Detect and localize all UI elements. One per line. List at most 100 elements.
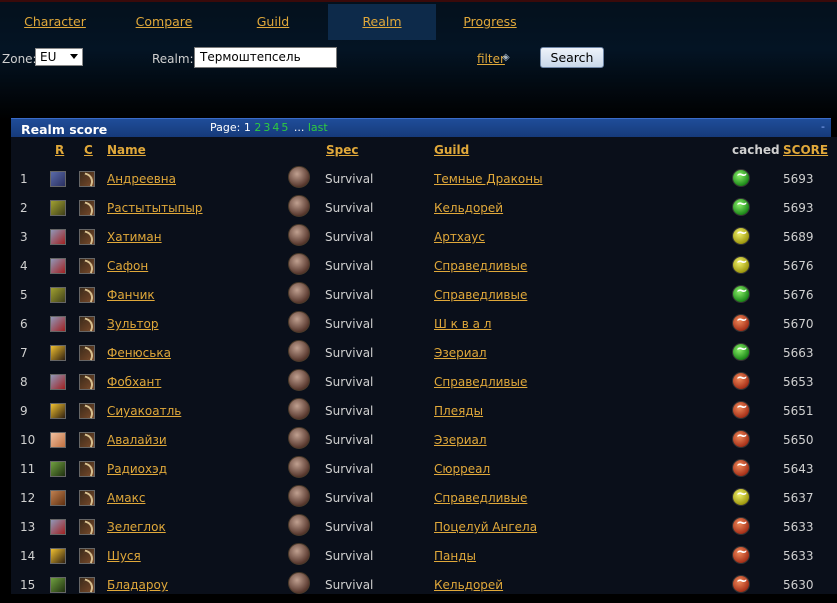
zone-select[interactable]: EU xyxy=(35,48,83,66)
character-name-link[interactable]: Хатиман xyxy=(107,226,162,248)
spec-cell: Survival xyxy=(325,520,374,534)
hunter-class-icon xyxy=(79,577,95,593)
table-row: 15 Бладароу Survival Кельдорей 5630 xyxy=(0,572,837,603)
guild-link[interactable]: Ш к в а л xyxy=(434,313,491,335)
character-name-link[interactable]: Бладароу xyxy=(107,574,168,596)
realm-score-header: Realm score Page: 1 2345 ... last - xyxy=(11,118,831,137)
race-icon xyxy=(50,548,66,564)
guild-link[interactable]: Темные Драконы xyxy=(434,168,543,190)
survival-spec-icon xyxy=(288,224,310,246)
guild-link[interactable]: Панды xyxy=(434,545,476,567)
score-cell: 5689 xyxy=(783,230,814,244)
page-link-5[interactable]: 5 xyxy=(281,121,288,134)
cache-status-icon xyxy=(732,515,750,535)
hunter-class-icon xyxy=(79,490,95,506)
guild-link[interactable]: Сюрреал xyxy=(434,458,490,480)
column-header-class[interactable]: C xyxy=(84,143,93,157)
rank-cell: 1 xyxy=(20,172,28,186)
character-name-link[interactable]: Фанчик xyxy=(107,284,155,306)
hunter-class-icon xyxy=(79,258,95,274)
rank-cell: 6 xyxy=(20,317,28,331)
tab-character[interactable]: Character xyxy=(0,4,110,40)
column-header-spec[interactable]: Spec xyxy=(326,143,358,157)
cache-status-icon xyxy=(732,225,750,245)
table-row: 10 Авалайзи Survival Эзериал 5650 xyxy=(0,427,837,458)
column-header-name[interactable]: Name xyxy=(107,143,146,157)
spec-cell: Survival xyxy=(325,346,374,360)
guild-link[interactable]: Справедливые xyxy=(434,255,527,277)
guild-link[interactable]: Эзериал xyxy=(434,429,487,451)
hunter-class-icon xyxy=(79,519,95,535)
rank-cell: 8 xyxy=(20,375,28,389)
current-page: 1 xyxy=(243,121,251,134)
character-name-link[interactable]: Амакс xyxy=(107,487,145,509)
last-page-link[interactable]: last xyxy=(308,121,328,134)
guild-link[interactable]: Кельдорей xyxy=(434,197,503,219)
guild-link[interactable]: Справедливые xyxy=(434,371,527,393)
table-row: 2 Растытытыпыр Survival Кельдорей 5693 xyxy=(0,195,837,226)
tab-progress[interactable]: Progress xyxy=(436,4,544,40)
hunter-class-icon xyxy=(79,345,95,361)
guild-link[interactable]: Поцелуй Ангела xyxy=(434,516,537,538)
character-name-link[interactable]: Сафон xyxy=(107,255,148,277)
character-name-link[interactable]: Радиохэд xyxy=(107,458,167,480)
rank-cell: 14 xyxy=(20,549,36,563)
rank-cell: 11 xyxy=(20,462,36,476)
score-cell: 5633 xyxy=(783,549,814,563)
rank-cell: 4 xyxy=(20,259,28,273)
character-name-link[interactable]: Авалайзи xyxy=(107,429,167,451)
guild-link[interactable]: Плеяды xyxy=(434,400,483,422)
survival-spec-icon xyxy=(288,369,310,391)
race-icon xyxy=(50,432,66,448)
character-name-link[interactable]: Шуся xyxy=(107,545,141,567)
table-row: 9 Сиуакоатль Survival Плеяды 5651 xyxy=(0,398,837,429)
nav-tabs: Character Compare Guild Realm Progress xyxy=(0,4,837,40)
character-name-link[interactable]: Андреевна xyxy=(107,168,176,190)
zone-label: Zone: xyxy=(2,52,37,66)
tab-compare[interactable]: Compare xyxy=(110,4,218,40)
table-row: 3 Хатиман Survival Артхаус 5689 xyxy=(0,224,837,255)
tab-realm[interactable]: Realm xyxy=(328,4,436,40)
score-cell: 5633 xyxy=(783,520,814,534)
column-header-guild[interactable]: Guild xyxy=(434,143,469,157)
score-cell: 5676 xyxy=(783,288,814,302)
search-button[interactable]: Search xyxy=(540,47,604,68)
character-name-link[interactable]: Зелеглок xyxy=(107,516,166,538)
rank-cell: 15 xyxy=(20,578,36,592)
page-link-3[interactable]: 3 xyxy=(263,121,270,134)
character-name-link[interactable]: Сиуакоатль xyxy=(107,400,181,422)
score-cell: 5676 xyxy=(783,259,814,273)
character-name-link[interactable]: Зультор xyxy=(107,313,159,335)
realm-input[interactable]: Термоштепсель xyxy=(194,47,337,68)
spec-cell: Survival xyxy=(325,578,374,592)
spec-cell: Survival xyxy=(325,433,374,447)
character-name-link[interactable]: Фобхант xyxy=(107,371,161,393)
tab-guild[interactable]: Guild xyxy=(218,4,328,40)
filter-toggle-icon[interactable]: ◈ xyxy=(502,52,510,63)
guild-link[interactable]: Кельдорей xyxy=(434,574,503,596)
score-cell: 5693 xyxy=(783,201,814,215)
score-cell: 5630 xyxy=(783,578,814,592)
hunter-class-icon xyxy=(79,171,95,187)
zone-value: EU xyxy=(40,50,57,64)
guild-link[interactable]: Справедливые xyxy=(434,487,527,509)
cache-status-icon xyxy=(732,573,750,593)
page-link-2[interactable]: 2 xyxy=(254,121,261,134)
spec-cell: Survival xyxy=(325,317,374,331)
guild-link[interactable]: Эзериал xyxy=(434,342,487,364)
guild-link[interactable]: Артхаус xyxy=(434,226,485,248)
character-name-link[interactable]: Растытытыпыр xyxy=(107,197,203,219)
column-header-race[interactable]: R xyxy=(55,143,64,157)
table-row: 4 Сафон Survival Справедливые 5676 xyxy=(0,253,837,284)
character-name-link[interactable]: Фенюська xyxy=(107,342,171,364)
column-header-score[interactable]: SCORE xyxy=(783,143,828,157)
filter-link[interactable]: filter xyxy=(477,52,505,66)
survival-spec-icon xyxy=(288,195,310,217)
table-row: 14 Шуся Survival Панды 5633 xyxy=(0,543,837,574)
page-link-4[interactable]: 4 xyxy=(272,121,279,134)
guild-link[interactable]: Справедливые xyxy=(434,284,527,306)
rank-cell: 9 xyxy=(20,404,28,418)
hunter-class-icon xyxy=(79,461,95,477)
collapse-button[interactable]: - xyxy=(821,120,825,133)
survival-spec-icon xyxy=(288,485,310,507)
